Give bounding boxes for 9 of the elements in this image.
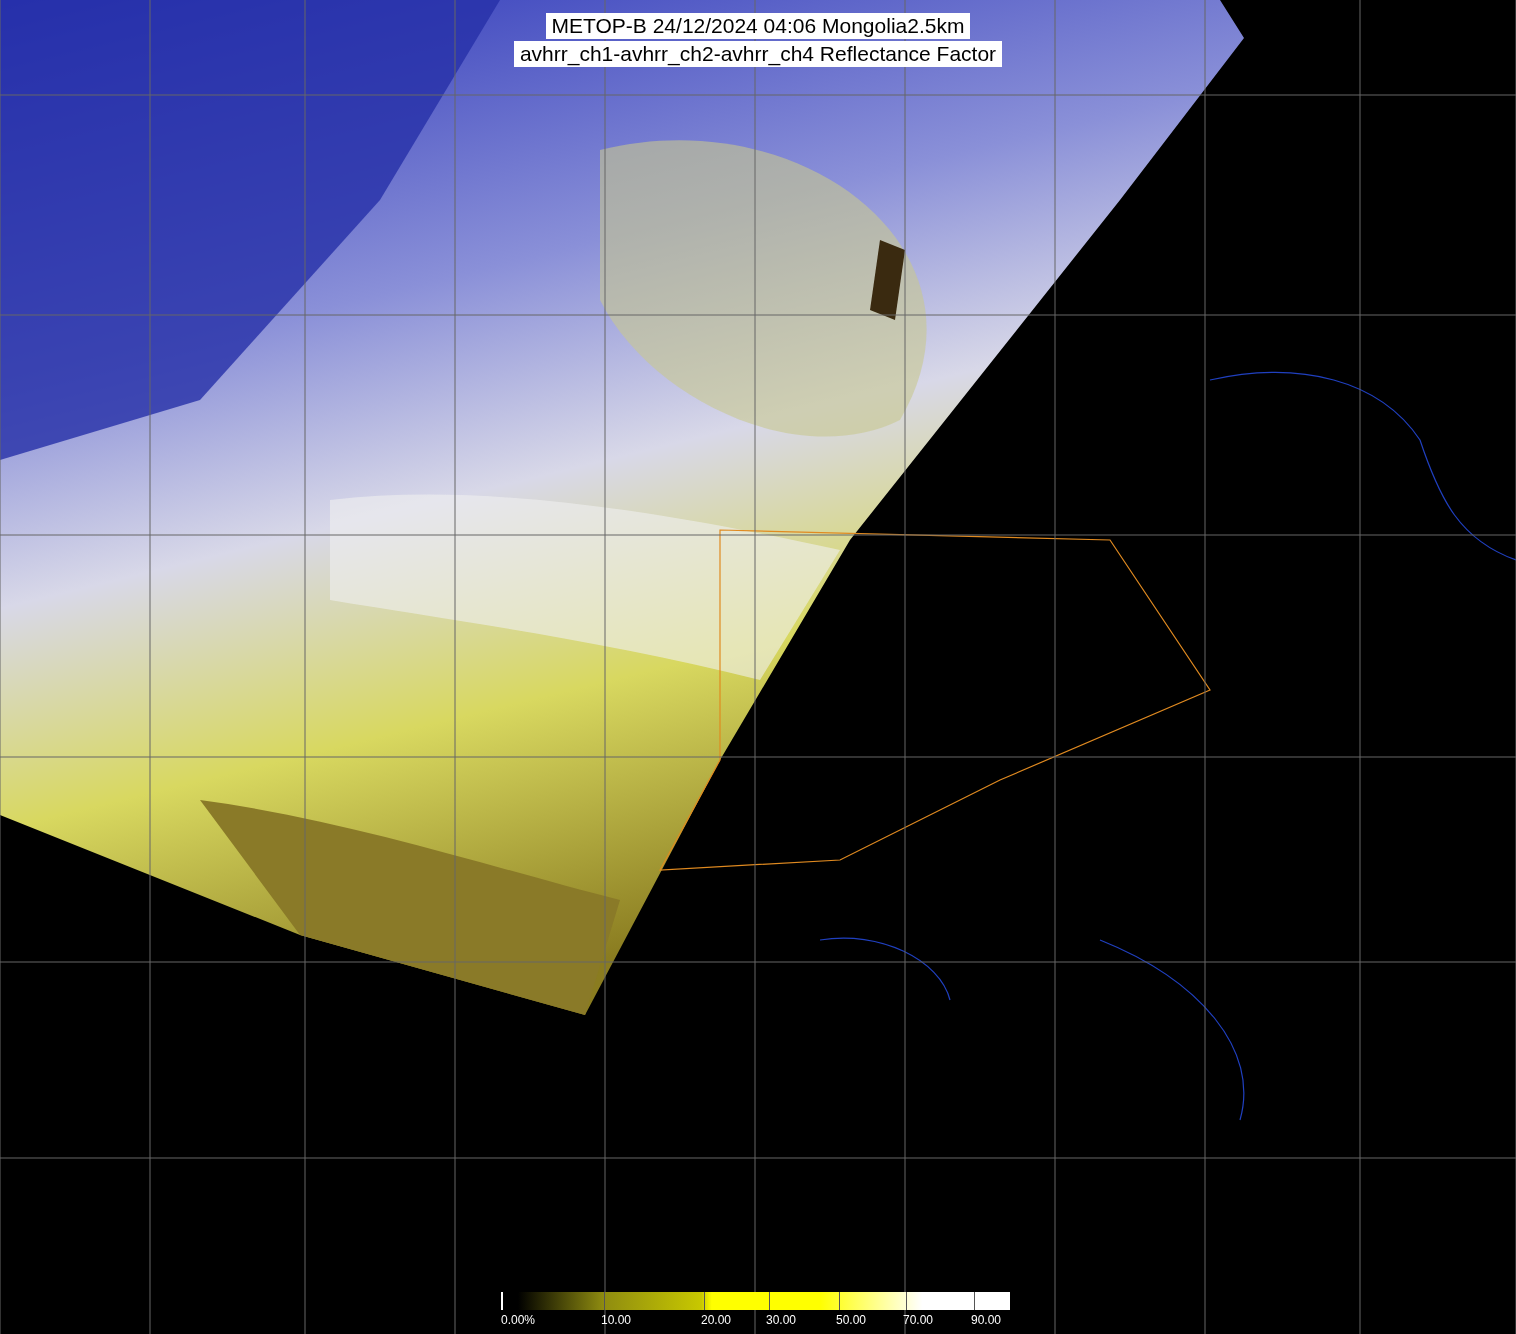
map-title: METOP-B 24/12/2024 04:06 Mongolia2.5km — [545, 13, 971, 39]
scale-label: 20.00 — [701, 1313, 732, 1327]
map-title: avhrr_ch1-avhrr_ch2-avhrr_ch4 Reflectance Factor — [513, 41, 1003, 67]
scale-label: 50.00 — [836, 1313, 867, 1327]
scale-label: 70.00 — [903, 1313, 934, 1327]
scale-label: 90.00 — [971, 1313, 1002, 1327]
scale-label: 0.00% — [501, 1313, 536, 1327]
scale-label: 10.00 — [601, 1313, 632, 1327]
scale-label: 30.00 — [766, 1313, 797, 1327]
